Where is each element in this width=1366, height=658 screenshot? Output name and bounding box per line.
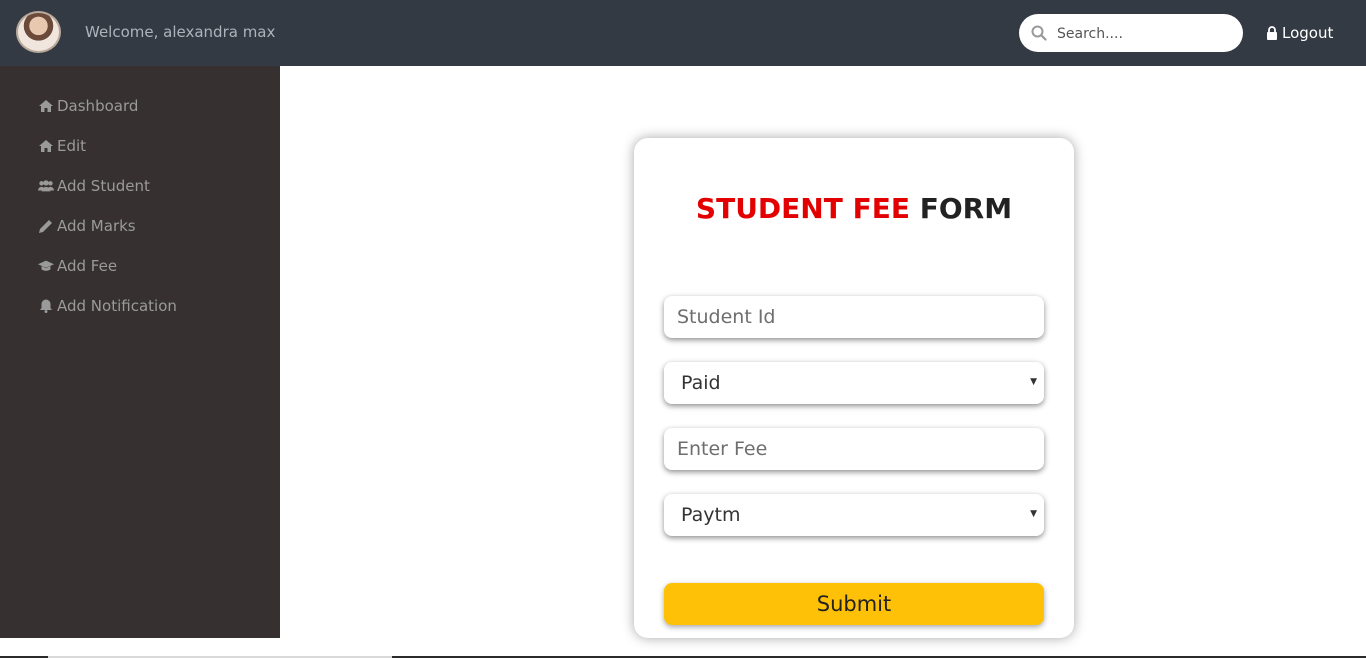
search-icon: [1031, 25, 1047, 41]
payment-mode-select[interactable]: Paytm ▼: [664, 494, 1044, 536]
home-icon: [39, 100, 53, 112]
sidebar-item-label: Add Fee: [57, 257, 118, 275]
search-input[interactable]: [1057, 23, 1233, 45]
sidebar-item-label: Edit: [57, 137, 87, 155]
fee-amount-input[interactable]: [664, 428, 1044, 470]
submit-button[interactable]: Submit: [664, 583, 1044, 625]
graduation-cap-icon: [38, 260, 54, 271]
sidebar-item-add-student[interactable]: Add Student: [38, 175, 150, 197]
sidebar-item-label: Add Notification: [57, 297, 177, 315]
fee-status-value: Paid: [681, 372, 721, 394]
sidebar-item-add-marks[interactable]: Add Marks: [38, 215, 136, 237]
bell-icon: [40, 299, 52, 313]
fee-amount-field[interactable]: [664, 428, 1044, 470]
sidebar-item-label: Add Marks: [57, 217, 136, 235]
form-title-accent: STUDENT FEE: [695, 192, 910, 225]
welcome-text: Welcome, alexandra max: [85, 23, 276, 41]
pencil-icon: [39, 220, 52, 233]
sidebar-item-label: Dashboard: [57, 97, 139, 115]
sidebar: Dashboard Edit Add Student Add Marks Add…: [0, 66, 280, 638]
form-title: STUDENT FEE FORM: [634, 192, 1074, 225]
home-icon: [39, 140, 53, 152]
caret-down-icon: ▼: [1030, 377, 1037, 387]
logout-label: Logout: [1282, 24, 1334, 42]
sidebar-item-dashboard[interactable]: Dashboard: [38, 95, 138, 117]
student-fee-form-card: STUDENT FEE FORM Paid ▼ Paytm ▼ Submit: [634, 138, 1074, 638]
lock-icon: [1267, 26, 1277, 40]
student-id-field[interactable]: [664, 296, 1044, 338]
sidebar-item-edit[interactable]: Edit: [38, 135, 86, 157]
caret-down-icon: ▼: [1030, 509, 1037, 519]
form-title-rest: FORM: [909, 192, 1013, 225]
top-navbar: Welcome, alexandra max Logout: [0, 0, 1366, 66]
avatar[interactable]: [16, 11, 61, 53]
sidebar-item-label: Add Student: [57, 177, 150, 195]
payment-mode-value: Paytm: [681, 504, 741, 526]
fee-status-select[interactable]: Paid ▼: [664, 362, 1044, 404]
sidebar-item-add-notification[interactable]: Add Notification: [38, 295, 177, 317]
student-id-input[interactable]: [664, 296, 1044, 338]
logout-button[interactable]: Logout: [1266, 22, 1333, 44]
search-box[interactable]: [1019, 14, 1243, 52]
sidebar-item-add-fee[interactable]: Add Fee: [38, 255, 117, 277]
users-icon: [38, 180, 54, 192]
